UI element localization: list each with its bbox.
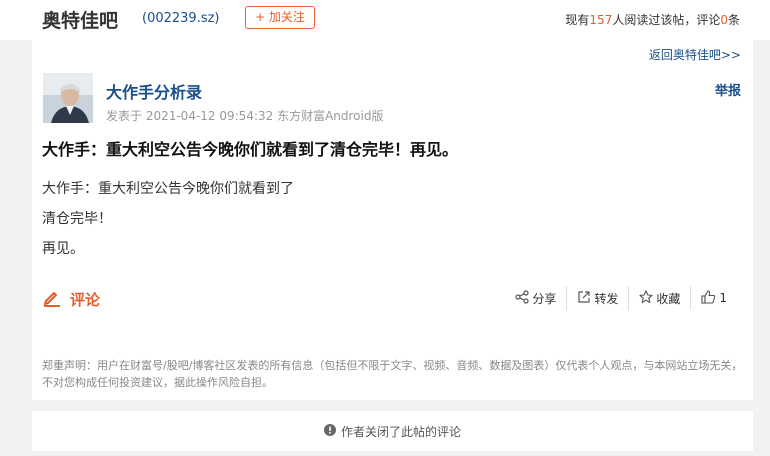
avatar[interactable] <box>43 73 93 123</box>
favorite-button[interactable]: 收藏 <box>629 286 690 310</box>
post-card: 返回奥特佳吧>> 大作手分析录 发表于 2021-04-12 09:54:32 … <box>32 40 753 400</box>
stats-middle: 人阅读过该帖，评论 <box>612 13 721 27</box>
repost-icon <box>577 290 591 307</box>
follow-button[interactable]: + 加关注 <box>245 6 315 29</box>
share-button[interactable]: 分享 <box>505 286 566 310</box>
favorite-label: 收藏 <box>656 291 681 306</box>
comment-count: 0 <box>720 13 728 27</box>
comment-button[interactable]: 评论 <box>42 287 100 311</box>
comments-closed-notice: 作者关闭了此帖的评论 <box>32 411 753 451</box>
body-line: 清仓完毕！ <box>42 211 112 227</box>
share-label: 分享 <box>532 291 557 306</box>
repost-button[interactable]: 转发 <box>567 286 628 310</box>
post-title: 大作手：重大利空公告今晚你们就看到了清仓完毕！再见。 <box>42 140 459 159</box>
stats-prefix: 现有 <box>565 13 590 27</box>
share-icon <box>515 289 529 307</box>
back-to-bar-link[interactable]: 返回奥特佳吧>> <box>649 46 741 63</box>
bar-header: 奥特佳吧 (002239.sz) + 加关注 现有157人阅读过该帖，评论0条 <box>0 0 770 40</box>
like-button[interactable]: 1 <box>691 286 737 310</box>
stats-suffix: 条 <box>727 13 740 27</box>
pencil-icon <box>42 287 62 311</box>
post-body: 大作手：重大利空公告今晚你们就看到了 清仓完毕！ 再见。 <box>42 174 294 264</box>
info-icon <box>323 423 336 439</box>
bar-name[interactable]: 奥特佳吧 <box>42 6 118 33</box>
body-line: 再见。 <box>42 241 84 257</box>
reader-count: 157 <box>589 13 613 27</box>
comments-closed-text: 作者关闭了此帖的评论 <box>340 424 461 439</box>
comment-label: 评论 <box>70 290 101 309</box>
author-name[interactable]: 大作手分析录 <box>106 79 202 103</box>
body-line: 大作手：重大利空公告今晚你们就看到了 <box>42 181 294 197</box>
repost-label: 转发 <box>594 291 619 306</box>
read-stats: 现有157人阅读过该帖，评论0条 <box>565 11 740 28</box>
star-icon <box>639 289 653 307</box>
stock-code[interactable]: (002239.sz) <box>142 11 220 26</box>
like-count: 1 <box>719 291 727 305</box>
post-actions: 分享 转发 收藏 1 <box>505 284 737 312</box>
disclaimer: 郑重声明：用户在财富号/股吧/博客社区发表的所有信息（包括但不限于文字、视频、音… <box>42 359 743 389</box>
thumbs-up-icon <box>701 289 716 307</box>
post-meta: 发表于 2021-04-12 09:54:32 东方财富Android版 <box>106 109 384 123</box>
report-link[interactable]: 举报 <box>715 80 741 99</box>
